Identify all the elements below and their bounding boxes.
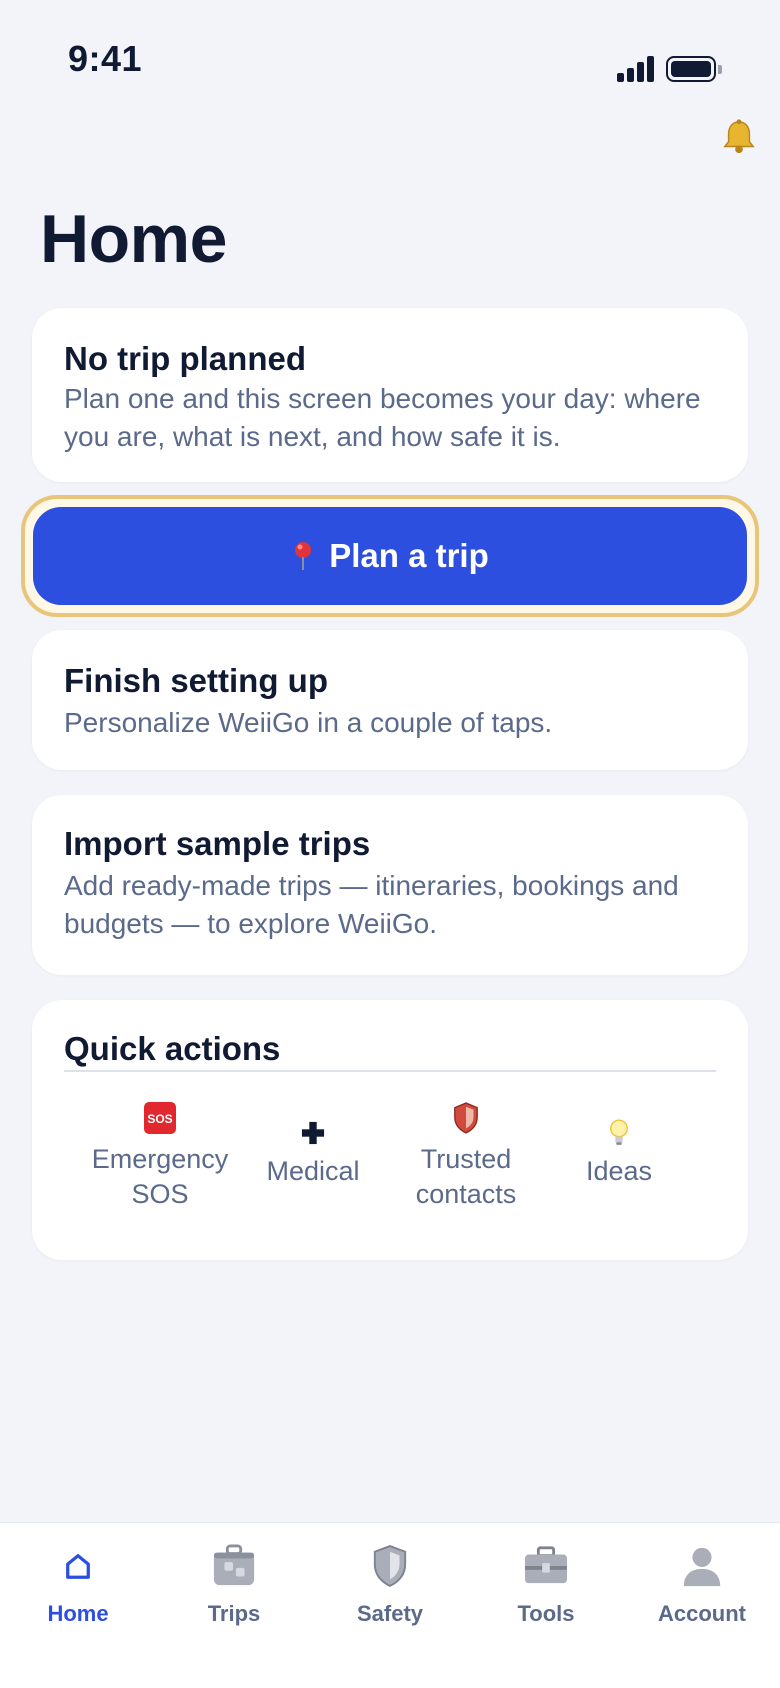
import-title: Import sample trips: [64, 825, 371, 862]
setup-card[interactable]: Finish setting up Personalize WeiiGo in …: [32, 630, 748, 770]
tab-account[interactable]: Account: [624, 1537, 780, 1637]
page-title: Home: [40, 201, 227, 277]
status-bar: 9:41: [0, 0, 780, 110]
pin-icon: [291, 541, 315, 571]
quick-action-label: Trusted contacts: [415, 1144, 517, 1209]
shield-icon: [391, 1100, 541, 1136]
tab-tools[interactable]: Tools: [468, 1537, 624, 1637]
home-icon: [0, 1537, 156, 1595]
tab-label: Tools: [517, 1601, 575, 1626]
quick-action-ideas[interactable]: Ideas: [544, 1118, 694, 1189]
setup-title: Finish setting up: [64, 662, 328, 699]
no-trip-title: No trip planned: [64, 340, 306, 377]
tab-home[interactable]: Home: [0, 1537, 156, 1637]
import-card[interactable]: Import sample trips Add ready-made trips…: [32, 795, 748, 975]
signal-icon: [617, 56, 655, 82]
quick-actions-title: Quick actions: [64, 1030, 281, 1067]
tab-safety[interactable]: Safety: [312, 1537, 468, 1637]
tab-label: Account: [658, 1601, 746, 1626]
svg-text:SOS: SOS: [147, 1112, 172, 1126]
bell-icon[interactable]: [720, 118, 758, 156]
tab-label: Safety: [356, 1601, 424, 1626]
tab-label: Trips: [207, 1601, 261, 1626]
no-trip-card: No trip planned Plan one and this screen…: [32, 308, 748, 482]
battery-icon: [666, 56, 722, 82]
quick-action-emergency-sos[interactable]: SOS Emergency SOS: [85, 1100, 235, 1212]
quick-actions-card: Quick actions SOS Emergency SOS Medical …: [32, 1000, 748, 1260]
shield-icon: [312, 1537, 468, 1595]
quick-action-trusted-contacts[interactable]: Trusted contacts: [391, 1100, 541, 1212]
tab-bar: Home Trips Safety Tools Account: [0, 1522, 780, 1688]
quick-action-label: Ideas: [585, 1156, 653, 1186]
quick-actions-divider: [64, 1070, 716, 1072]
quick-action-medical[interactable]: Medical: [238, 1118, 388, 1189]
toolbox-icon: [468, 1537, 624, 1595]
medical-cross-icon: [238, 1118, 388, 1148]
sos-icon: SOS: [85, 1100, 235, 1136]
setup-text: Personalize WeiiGo in a couple of taps.: [64, 707, 553, 738]
import-text: Add ready-made trips — itineraries, book…: [64, 870, 679, 939]
quick-action-label: Medical: [266, 1156, 360, 1186]
plan-trip-label: Plan a trip: [329, 537, 489, 574]
quick-action-label: Emergency SOS: [91, 1144, 229, 1209]
luggage-icon: [156, 1537, 312, 1595]
tab-trips[interactable]: Trips: [156, 1537, 312, 1637]
tab-label: Home: [47, 1601, 109, 1626]
lightbulb-icon: [544, 1118, 694, 1148]
person-icon: [624, 1537, 780, 1595]
plan-trip-button[interactable]: Plan a trip: [33, 507, 747, 605]
status-time: 9:41: [68, 38, 143, 79]
no-trip-text: Plan one and this screen becomes your da…: [64, 383, 701, 452]
